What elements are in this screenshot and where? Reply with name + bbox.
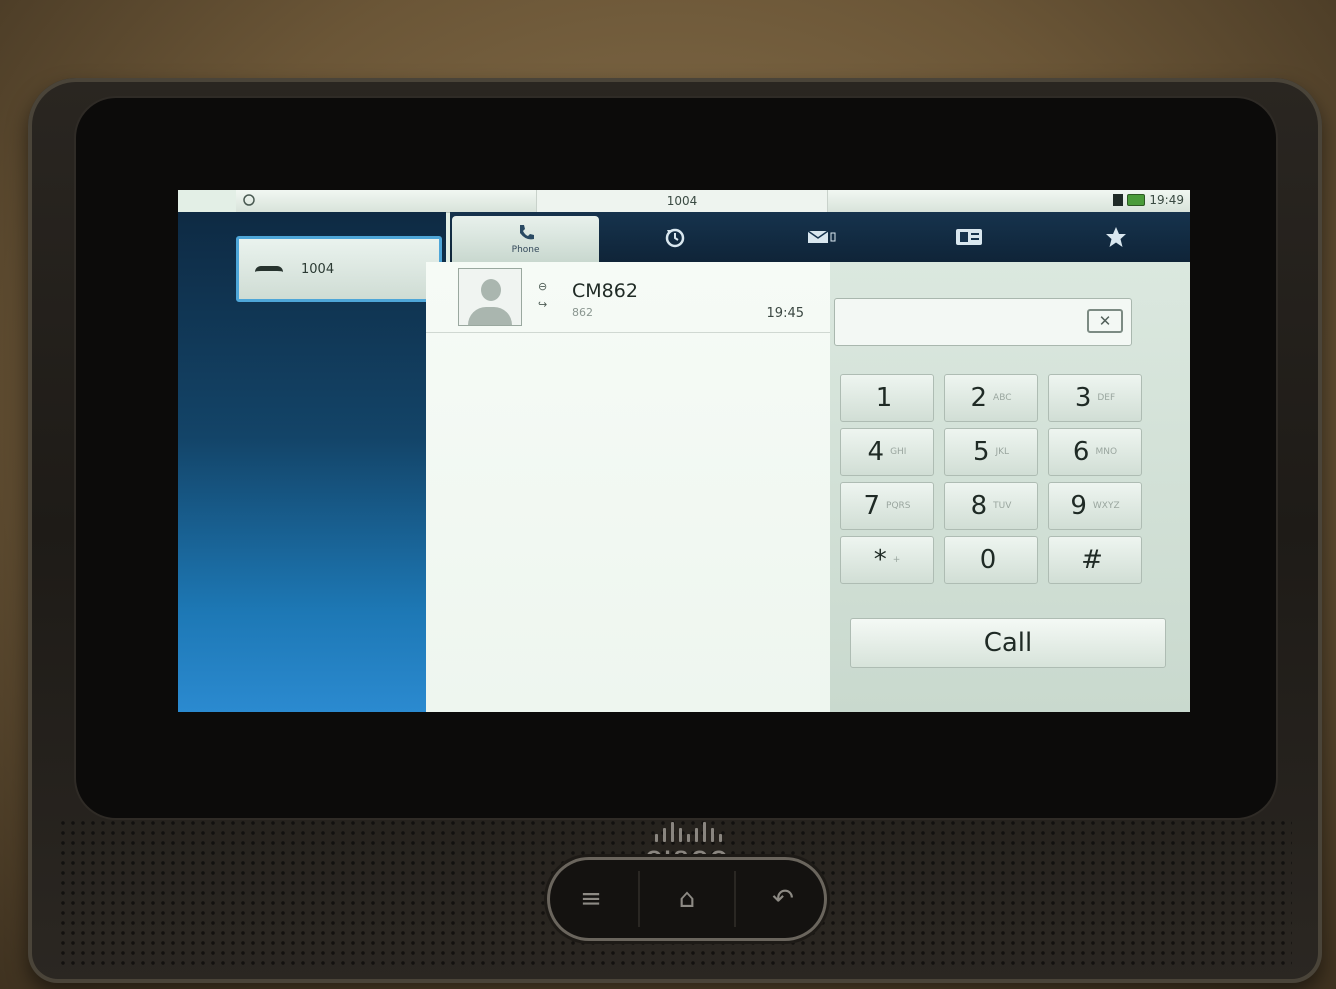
key-digit: 5	[972, 437, 990, 467]
back-icon: ↶	[772, 884, 794, 914]
key-letters: ABC	[993, 393, 1012, 403]
phone-icon	[519, 225, 534, 240]
line-label: 1004	[301, 261, 335, 277]
status-clock: 19:49	[1149, 193, 1184, 207]
key-letters: JKL	[995, 447, 1010, 457]
home-icon: ⌂	[678, 884, 696, 914]
avatar	[458, 268, 522, 326]
status-bar: 1004 19:49	[236, 190, 1190, 213]
dial-input[interactable]: ✕	[834, 298, 1132, 346]
key-letters: TUV	[993, 501, 1012, 511]
divider	[734, 871, 736, 927]
key-digit: 3	[1074, 383, 1092, 413]
key-digit: 2	[970, 383, 988, 413]
status-title: 1004	[536, 190, 828, 212]
tab-directory[interactable]	[896, 212, 1043, 262]
backspace-icon: ✕	[1098, 312, 1112, 330]
key-digit: *	[873, 545, 887, 575]
call-time: 19:45	[766, 306, 804, 321]
menu-button[interactable]: ≡	[556, 869, 626, 929]
key-star[interactable]: * +	[840, 536, 934, 584]
menu-icon: ≡	[580, 884, 602, 914]
back-button[interactable]: ↶	[748, 869, 818, 929]
sync-icon	[242, 193, 256, 207]
key-digit: 9	[1070, 491, 1087, 521]
history-icon	[665, 228, 685, 248]
status-indicators: 19:49	[1113, 193, 1184, 207]
hardware-buttons: ≡ ⌂ ↶	[550, 860, 824, 938]
key-1[interactable]: 1	[840, 374, 934, 422]
key-letters: WXYZ	[1092, 501, 1120, 511]
contacts-icon	[956, 229, 983, 245]
list-item[interactable]: ⊖ ↪ CM862 862 19:45	[426, 262, 830, 333]
key-6[interactable]: 6 MNO	[1048, 428, 1142, 476]
key-digit: 6	[1072, 437, 1090, 467]
key-letters: MNO	[1095, 447, 1118, 457]
key-3[interactable]: 3 DEF	[1048, 374, 1142, 422]
star-icon	[1106, 227, 1127, 247]
call-type-icon: ⊖ ↪	[538, 280, 548, 311]
tab-favorites[interactable]	[1043, 212, 1190, 262]
key-hash[interactable]: #	[1048, 536, 1142, 584]
call-button[interactable]: Call	[850, 618, 1166, 668]
key-digit: 0	[979, 545, 997, 575]
tab-phone[interactable]: Phone	[452, 216, 600, 262]
divider	[638, 871, 640, 927]
key-digit: 1	[875, 383, 893, 413]
key-digit: 7	[863, 491, 881, 521]
tab-messages[interactable]	[748, 212, 895, 262]
handset-icon	[255, 264, 283, 274]
battery-icon	[1127, 194, 1146, 206]
key-7[interactable]: 7 PQRS	[840, 482, 934, 530]
contact-number: 862	[572, 306, 593, 319]
sd-card-icon	[1113, 194, 1124, 206]
key-digit: 4	[867, 437, 885, 467]
key-letters: GHI	[890, 447, 907, 457]
key-digit: #	[1081, 545, 1103, 575]
key-0[interactable]: 0	[944, 536, 1038, 584]
key-4[interactable]: 4 GHI	[840, 428, 934, 476]
key-letters: PQRS	[886, 501, 911, 511]
recent-calls-list: ⊖ ↪ CM862 862 19:45	[426, 262, 831, 712]
device-screen: 1004 19:49 1004 Phone ⊖ ↪ CM862 862 19:4…	[178, 190, 1190, 712]
key-digit: 8	[970, 491, 988, 521]
key-letters: +	[892, 555, 901, 565]
lines-panel: 1004	[178, 212, 446, 712]
key-letters: DEF	[1097, 393, 1116, 403]
home-button[interactable]: ⌂	[652, 869, 722, 929]
tab-label: Phone	[511, 245, 540, 255]
tab-recents[interactable]	[601, 212, 748, 262]
contact-name: CM862	[572, 280, 638, 302]
line-item-1004[interactable]: 1004	[236, 236, 442, 302]
dialer-panel: ✕ 1 2 ABC 3 DEF 4 GHI 5 JKL 6 MNO 7 PQRS 8 TUV …	[830, 262, 1190, 712]
voicemail-icon	[807, 230, 836, 243]
key-9[interactable]: 9 WXYZ	[1048, 482, 1142, 530]
cisco-logo-bars	[638, 820, 738, 842]
backspace-button[interactable]: ✕	[1087, 309, 1123, 333]
key-5[interactable]: 5 JKL	[944, 428, 1038, 476]
key-2[interactable]: 2 ABC	[944, 374, 1038, 422]
key-8[interactable]: 8 TUV	[944, 482, 1038, 530]
tab-bar: Phone	[450, 212, 1190, 262]
